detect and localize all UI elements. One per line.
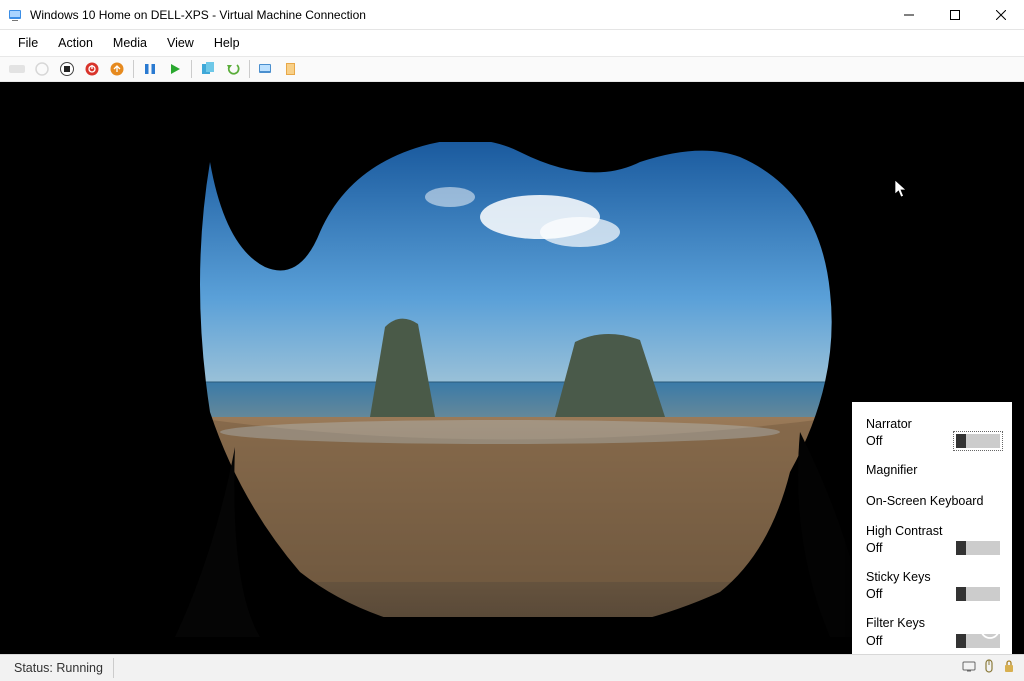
sticky-keys-label: Sticky Keys [866, 569, 1000, 585]
toolbar-separator [133, 60, 134, 78]
menu-action[interactable]: Action [48, 32, 103, 54]
ease-of-access-button[interactable] [928, 614, 956, 642]
start-button[interactable] [164, 58, 186, 80]
close-button[interactable] [978, 0, 1024, 30]
toolbar [0, 56, 1024, 82]
status-tray [962, 659, 1016, 678]
menu-media[interactable]: Media [103, 32, 157, 54]
narrator-toggle[interactable] [956, 434, 1000, 448]
magnifier-label: Magnifier [866, 462, 1000, 478]
display-status-icon [962, 659, 976, 678]
sticky-keys-toggle[interactable] [956, 587, 1000, 601]
app-icon [8, 7, 24, 23]
power-button[interactable] [976, 614, 1004, 642]
menu-file[interactable]: File [8, 32, 48, 54]
checkpoint-button[interactable] [197, 58, 219, 80]
vm-viewport[interactable]: Narrator Off Magnifier On-Screen Keyboar… [0, 82, 1024, 654]
shutdown-button[interactable] [81, 58, 103, 80]
ctrl-alt-del-button [6, 58, 28, 80]
menu-view[interactable]: View [157, 32, 204, 54]
pause-button[interactable] [139, 58, 161, 80]
mouse-status-icon [982, 659, 996, 678]
status-text: Status: Running [8, 658, 114, 678]
high-contrast-label: High Contrast [866, 523, 1000, 539]
high-contrast-toggle[interactable] [956, 541, 1000, 555]
login-controls [928, 614, 1004, 642]
high-contrast-state: Off [866, 541, 882, 555]
revert-button[interactable] [222, 58, 244, 80]
sticky-keys-option: Sticky Keys Off [866, 569, 1000, 601]
narrator-state: Off [866, 434, 882, 448]
statusbar: Status: Running [0, 654, 1024, 681]
magnifier-option[interactable]: Magnifier [866, 462, 1000, 478]
filter-keys-state: Off [866, 634, 882, 648]
basic-session-button[interactable] [255, 58, 277, 80]
narrator-label: Narrator [866, 416, 1000, 432]
toolbar-separator [249, 60, 250, 78]
menubar: File Action Media View Help [0, 30, 1024, 56]
osk-option[interactable]: On-Screen Keyboard [866, 493, 1000, 509]
menu-help[interactable]: Help [204, 32, 250, 54]
maximize-button[interactable] [932, 0, 978, 30]
titlebar: Windows 10 Home on DELL-XPS - Virtual Ma… [0, 0, 1024, 30]
high-contrast-option: High Contrast Off [866, 523, 1000, 555]
save-button[interactable] [106, 58, 128, 80]
window-title: Windows 10 Home on DELL-XPS - Virtual Ma… [30, 8, 886, 22]
osk-label: On-Screen Keyboard [866, 493, 1000, 509]
narrator-option: Narrator Off [866, 416, 1000, 448]
stop-button[interactable] [56, 58, 78, 80]
enhanced-session-button[interactable] [280, 58, 302, 80]
sticky-keys-state: Off [866, 587, 882, 601]
turn-off-button [31, 58, 53, 80]
lock-status-icon [1002, 659, 1016, 678]
toolbar-separator [191, 60, 192, 78]
minimize-button[interactable] [886, 0, 932, 30]
